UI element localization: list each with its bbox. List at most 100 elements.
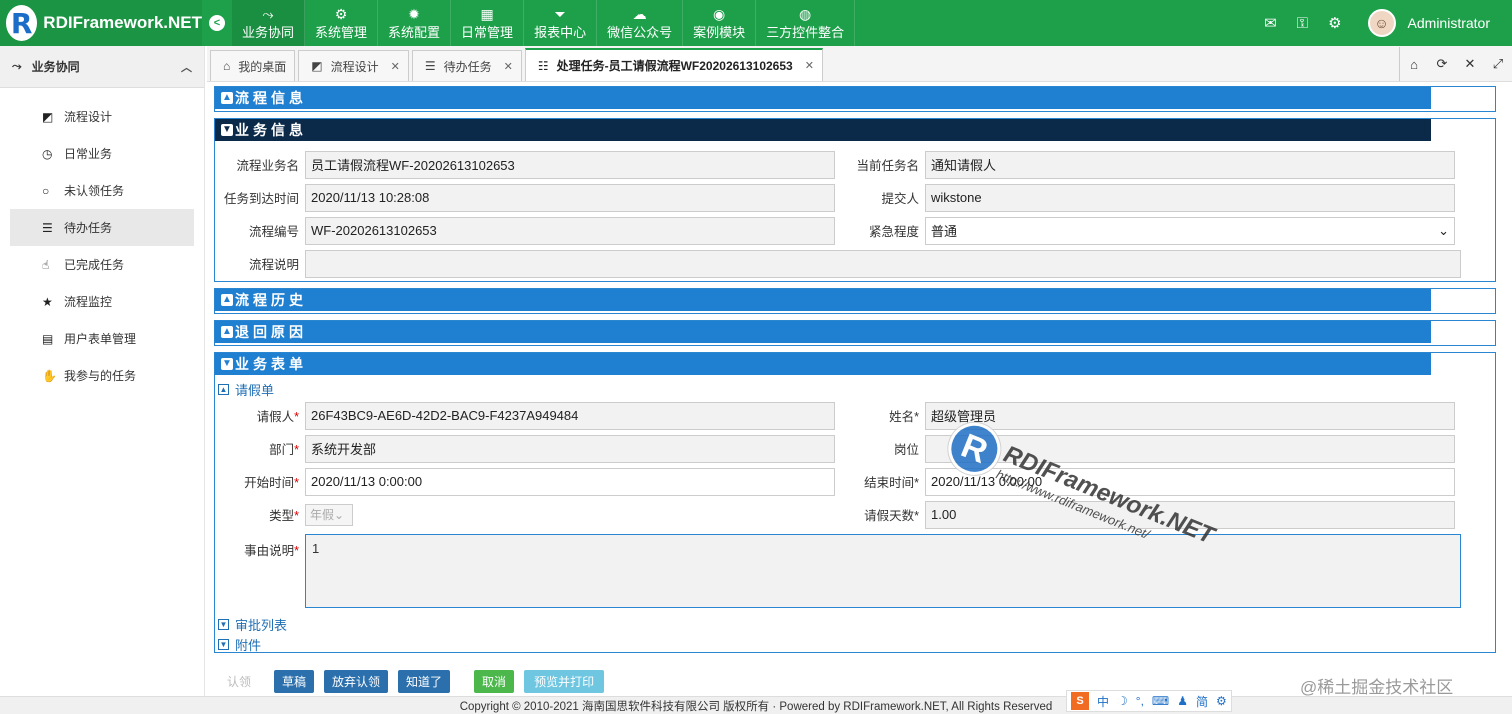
submitter-field[interactable]: wikstone (925, 183, 1455, 212)
sidebar-list: ◩ 流程设计 ◷ 日常业务 ○ 未认领任务 ☰ 待办任务 ☝ 已完成任务 ★ 流程监控 ▤ 用… (0, 88, 204, 394)
close-icon[interactable]: ✕ (504, 60, 513, 73)
subsection-leave-form[interactable]: ▲ 请假单 (215, 379, 1495, 399)
sidebar-item-completed[interactable]: ☝ 已完成任务 (10, 246, 194, 283)
chevron-up-icon[interactable]: ︿ (181, 59, 192, 75)
moon-icon[interactable]: ☽ (1117, 694, 1128, 708)
nav-item-collab[interactable]: ⤳ 业务协同 (232, 0, 306, 46)
sidebar-item-flow-design[interactable]: ◩ 流程设计 (10, 98, 194, 135)
keyboard-icon[interactable]: ⌨ (1152, 694, 1169, 708)
nav-item-thirdparty[interactable]: ◍ 三方控件整合 (756, 0, 856, 46)
tab-desktop[interactable]: ⌂ 我的桌面 (210, 50, 296, 81)
subsection-approval-list[interactable]: ▼ 审批列表 (215, 614, 1495, 634)
refresh-icon[interactable]: ⟳ (1428, 56, 1456, 72)
task-icon: ☷ (537, 58, 549, 73)
arrive-time-field[interactable]: 2020/11/13 10:28:08 (305, 183, 835, 212)
urgency-select[interactable]: 普通 ⌄ (925, 216, 1455, 245)
sidebar-item-label: 已完成任务 (64, 258, 125, 272)
sidebar-item-unclaimed[interactable]: ○ 未认领任务 (10, 172, 194, 209)
panel-biz-info: ▼ 业务信息 流程业务名 员工请假流程WF-20202613102653 当前任务… (214, 118, 1496, 282)
wechat-icon: ☁ (632, 5, 647, 22)
panel-header[interactable]: ▲ 流程历史 (215, 289, 1431, 311)
applicant-field[interactable]: 26F43BC9-AE6D-42D2-BAC9-F4237A949484 (305, 401, 835, 430)
panel-header[interactable]: ▲ 退回原因 (215, 321, 1431, 343)
panel-header[interactable]: ▼ 业务表单 (215, 353, 1431, 375)
punctuation-icon[interactable]: °, (1136, 694, 1144, 708)
nav-item-daily[interactable]: ▦ 日常管理 (451, 0, 525, 46)
nav-item-label: 业务协同 (242, 24, 295, 40)
collapse-icon[interactable]: ▲ (221, 92, 233, 104)
gear-icon[interactable]: ⚙ (1216, 694, 1227, 708)
hand-icon: ☝ (42, 257, 50, 272)
close-all-icon[interactable]: ✕ (1456, 56, 1484, 72)
panel-flow-info: ▲ 流程信息 (214, 86, 1496, 112)
settings-icon[interactable]: ⚙ (1328, 14, 1341, 32)
sogou-icon[interactable]: S (1071, 692, 1089, 710)
nav-item-report[interactable]: ⏷ 报表中心 (524, 0, 598, 46)
cogs-icon: ⚙ (334, 5, 348, 22)
tab-todo[interactable]: ☰ 待办任务 ✕ (411, 50, 522, 81)
nav-item-label: 系统管理 (315, 24, 368, 40)
abandon-claim-button[interactable]: 放弃认领 (324, 669, 389, 693)
panel-header[interactable]: ▼ 业务信息 (215, 119, 1431, 141)
leave-type-value: 年假 (310, 508, 335, 522)
sidebar-item-monitor[interactable]: ★ 流程监控 (10, 283, 194, 320)
panel-header[interactable]: ▲ 流程信息 (215, 87, 1431, 109)
flow-no-field[interactable]: WF-20202613102653 (305, 216, 835, 245)
sidebar-header[interactable]: ⤳ 业务协同 ︿ (0, 46, 204, 88)
collapse-icon[interactable]: ▲ (221, 294, 233, 306)
flow-desc-field[interactable] (305, 249, 1461, 278)
sidebar-item-todo[interactable]: ☰ 待办任务 (10, 209, 194, 246)
user-area: ✉ ⚿ ⚙ ☺ Administrator (1264, 0, 1512, 46)
reason-textarea[interactable]: 1 (305, 534, 1461, 608)
chinese-mode-icon[interactable]: 中 (1097, 693, 1109, 710)
nav-item-label: 微信公众号 (607, 24, 673, 40)
sidebar-item-daily-business[interactable]: ◷ 日常业务 (10, 135, 194, 172)
username[interactable]: Administrator (1408, 15, 1490, 31)
share-icon: ⤳ (12, 59, 22, 73)
sidebar-toggle-button[interactable]: < (202, 0, 232, 46)
tab-flow-design[interactable]: ◩ 流程设计 ✕ (298, 50, 409, 81)
nav-item-wechat[interactable]: ☁ 微信公众号 (597, 0, 684, 46)
mail-icon[interactable]: ✉ (1264, 14, 1277, 32)
preview-print-button[interactable]: 预览并打印 (524, 669, 605, 693)
name-field[interactable]: 超级管理员 (925, 401, 1455, 430)
draft-button[interactable]: 草稿 (274, 669, 315, 693)
panel-title: 业务信息 (235, 122, 307, 138)
sidebar-item-user-forms[interactable]: ▤ 用户表单管理 (10, 320, 194, 357)
close-icon[interactable]: ✕ (805, 59, 814, 72)
flow-name-field[interactable]: 员工请假流程WF-20202613102653 (305, 150, 835, 179)
fullscreen-icon[interactable]: ⤢ (1484, 56, 1512, 72)
action-toolbar: 认领 草稿 放弃认领 知道了 取消 预览并打印 (214, 669, 1214, 693)
panel-title: 退回原因 (235, 324, 307, 340)
acknowledge-button[interactable]: 知道了 (398, 669, 451, 693)
subsection-attachments[interactable]: ▼ 附件 (215, 634, 1495, 654)
claim-button: 认领 (226, 674, 251, 689)
nav-item-cases[interactable]: ◉ 案例模块 (683, 0, 757, 46)
key-icon[interactable]: ⚿ (1297, 15, 1308, 32)
nav-item-system[interactable]: ⚙ 系统管理 (305, 0, 379, 46)
dept-field[interactable]: 系统开发部 (305, 434, 835, 463)
field-label: 姓名* (889, 410, 919, 424)
avatar[interactable]: ☺ (1367, 9, 1396, 37)
field-label: 结束时间* (864, 476, 919, 490)
cancel-button[interactable]: 取消 (474, 669, 515, 693)
nav-item-config[interactable]: ✹ 系统配置 (378, 0, 452, 46)
tab-label: 处理任务-员工请假流程WF20202613102653 (556, 59, 793, 73)
collapse-icon[interactable]: ▼ (221, 358, 233, 370)
collapse-icon[interactable]: ▼ (221, 124, 233, 136)
home-icon[interactable]: ⌂ (1400, 57, 1428, 72)
close-icon[interactable]: ✕ (391, 60, 400, 73)
collapse-icon[interactable]: ▲ (221, 326, 233, 338)
subsection-title: 附件 (235, 637, 262, 653)
app-logo[interactable]: R RDIFramework.NET (0, 0, 202, 46)
tab-label: 待办任务 (443, 59, 492, 74)
task-content: ▲ 流程信息 ▼ 业务信息 流程业务名 员工请假流程WF-2020261310265… (214, 86, 1496, 661)
sidebar-item-participated[interactable]: ✋ 我参与的任务 (10, 357, 194, 394)
leave-type-select[interactable]: 年假 ⌄ (305, 503, 353, 526)
simplified-icon[interactable]: 简 (1196, 693, 1208, 710)
sidebar-item-label: 流程设计 (64, 110, 113, 124)
current-task-field[interactable]: 通知请假人 (925, 150, 1455, 179)
tab-process-task[interactable]: ☷ 处理任务-员工请假流程WF20202613102653 ✕ (524, 48, 823, 81)
user-icon[interactable]: ♟ (1177, 694, 1188, 708)
start-time-field[interactable]: 2020/11/13 0:00:00 (305, 467, 835, 496)
